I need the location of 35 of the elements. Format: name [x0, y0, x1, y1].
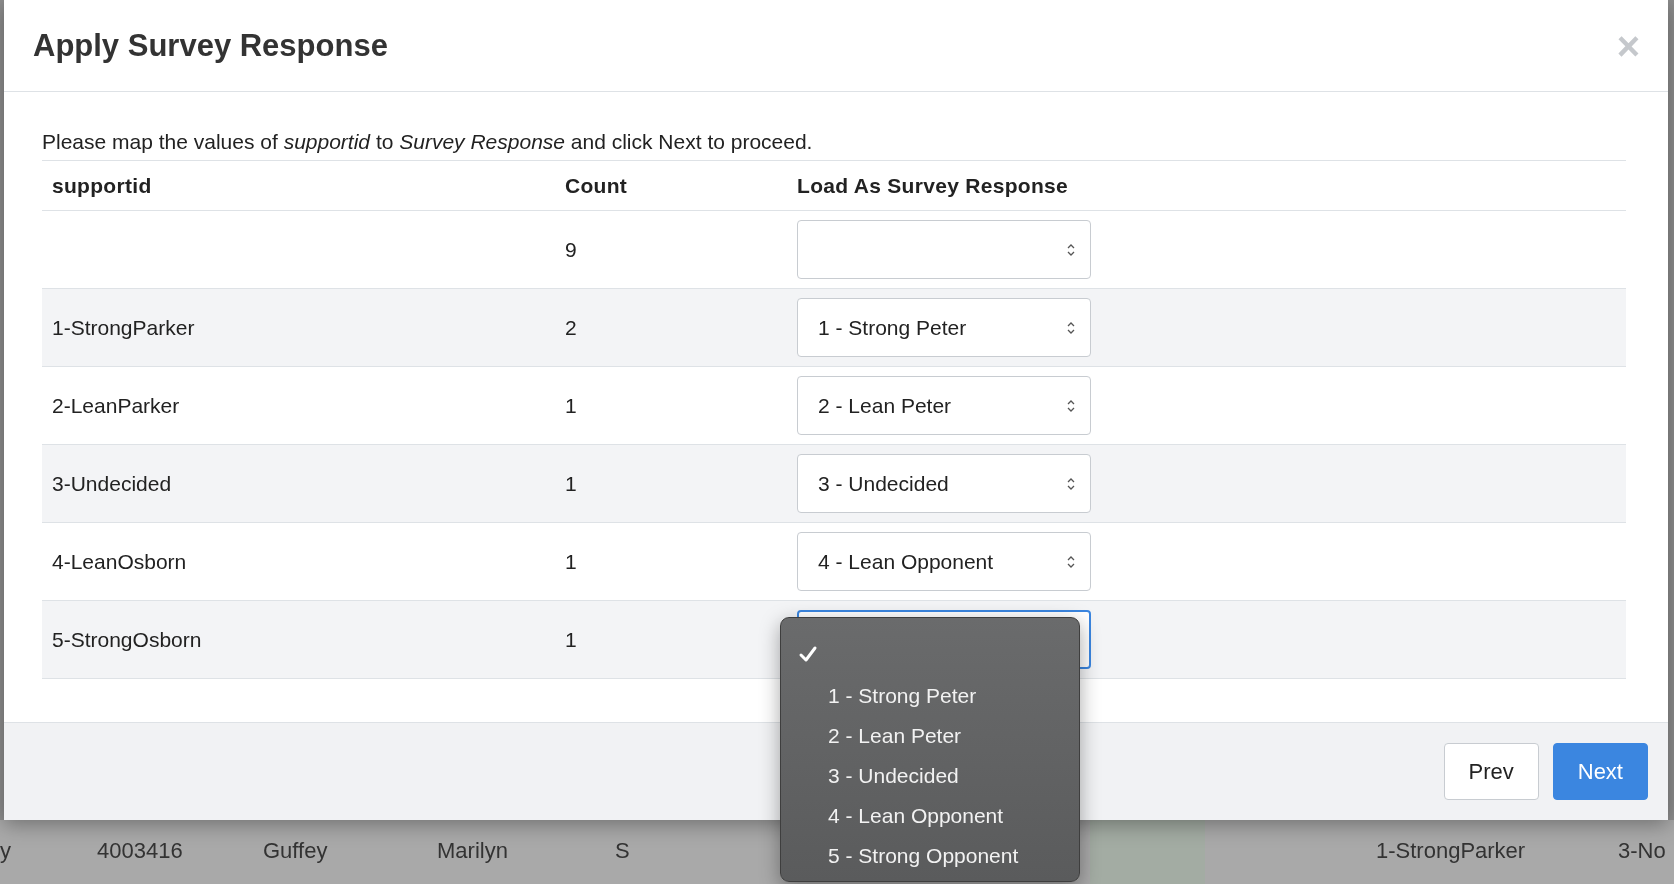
table-cell: 1	[565, 627, 577, 651]
table-cell: Marilyn	[437, 838, 508, 864]
dialog-title: Apply Survey Response	[33, 27, 388, 64]
table-cell: 3-No	[1618, 838, 1666, 864]
table-cell: 1	[565, 393, 577, 417]
select-field[interactable]: 2 - Lean Peter	[797, 376, 1091, 435]
menu-option[interactable]: 3 - Undecided	[798, 756, 1079, 796]
column-header: Count	[564, 173, 629, 198]
column-header: Load As Survey Response	[796, 173, 1070, 198]
table-cell: Guffey	[263, 838, 328, 864]
select-field[interactable]: 4 - Lean Opponent	[797, 532, 1091, 591]
table-cell: 2	[565, 315, 577, 339]
instruction-text: Please map the values of supportid to Survey Response and click Next to proceed.	[42, 130, 814, 154]
select-field[interactable]: 1 - Strong Peter	[797, 298, 1091, 357]
next-button[interactable]: Next	[1552, 743, 1648, 800]
menu-option[interactable]: 4 - Lean Opponent	[798, 796, 1079, 836]
select-field[interactable]: 3 - Undecided	[797, 454, 1091, 513]
table-cell: 4003416	[97, 838, 183, 864]
menu-option[interactable]: 5 - Strong Opponent	[798, 836, 1079, 876]
menu-option[interactable]: 1 - Strong Peter	[798, 676, 1079, 716]
table-cell: 1-StrongParker	[1376, 838, 1526, 864]
table-cell: 4-LeanOsborn	[52, 549, 187, 573]
table-cell: 5-StrongOsborn	[52, 627, 202, 651]
table-cell: 1	[565, 471, 577, 495]
table-cell: S	[615, 838, 630, 864]
table-cell: y	[0, 838, 11, 864]
table-cell: 1-StrongParker	[52, 315, 195, 339]
prev-button[interactable]: Prev	[1443, 743, 1539, 800]
menu-option[interactable]: 2 - Lean Peter	[798, 716, 1079, 756]
table-cell: 2-LeanParker	[52, 393, 180, 417]
select-field[interactable]	[797, 220, 1091, 279]
table-cell: 9	[565, 237, 577, 261]
table-cell: 1	[565, 549, 577, 573]
table-cell: 3-Undecided	[52, 471, 172, 495]
column-header: supportid	[51, 173, 153, 198]
